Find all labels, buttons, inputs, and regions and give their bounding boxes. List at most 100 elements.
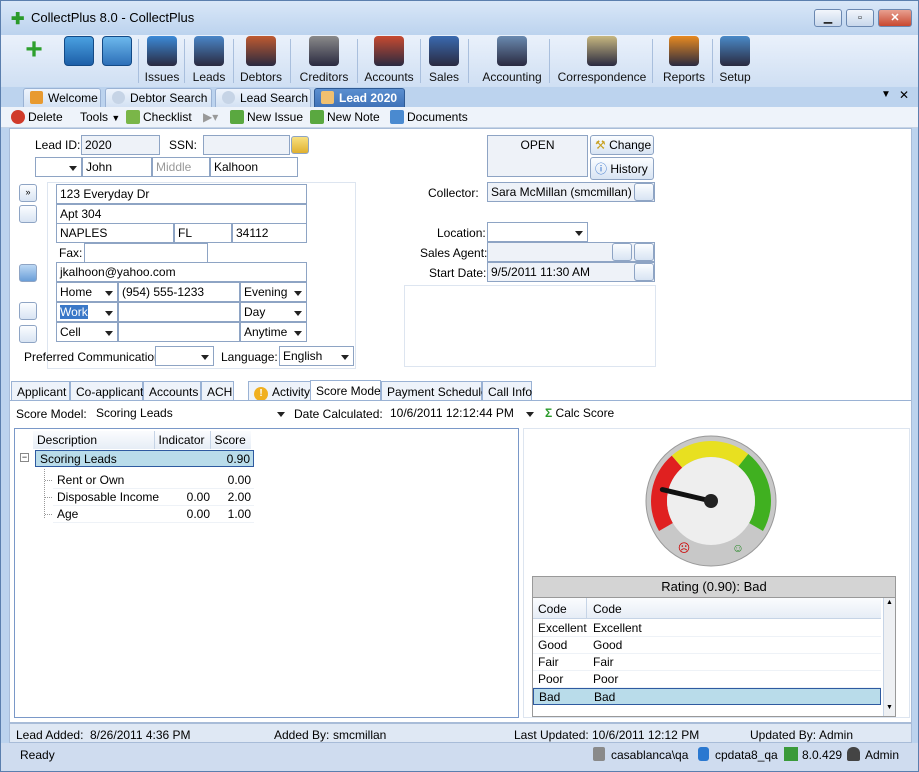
minimize-button[interactable]: ▁	[814, 9, 842, 27]
salutation-dropdown[interactable]	[35, 157, 82, 177]
app-logo-icon: ✚	[11, 11, 25, 28]
phone1-type-dropdown[interactable]: Home	[56, 282, 118, 302]
rating-row[interactable]: Poor Poor	[533, 671, 881, 688]
location-dropdown[interactable]	[487, 222, 588, 242]
tab-welcome[interactable]: Welcome	[23, 88, 101, 107]
ribbon-creditors-button[interactable]: Creditors	[293, 35, 355, 85]
tab-co-applicants[interactable]: Co-applicants	[70, 381, 149, 401]
date-calculated-dropdown[interactable]: 10/6/2011 12:12:44 PM	[386, 403, 539, 423]
tools-menu[interactable]: Tools ▼	[80, 109, 120, 126]
ribbon-leads-button[interactable]: Leads	[187, 35, 231, 85]
score-column[interactable]: Score	[210, 431, 251, 449]
zip-field[interactable]: 34112	[232, 223, 307, 243]
ssn-field[interactable]	[203, 135, 290, 155]
assign-collector-icon[interactable]	[634, 183, 654, 201]
ribbon-debtors-button[interactable]: Debtors	[234, 35, 288, 85]
scroll-up-icon[interactable]: ▲	[886, 599, 893, 606]
ribbon-setup-button[interactable]: Setup	[714, 35, 756, 85]
email-field[interactable]: jkalhoon@yahoo.com	[56, 262, 307, 282]
city-field[interactable]: NAPLES	[56, 223, 174, 243]
ribbon-accounting-button[interactable]: Accounting	[477, 35, 547, 85]
address1-field[interactable]: 123 Everyday Dr	[56, 184, 307, 204]
history-button[interactable]: ⓘ History	[590, 157, 654, 180]
documents-button[interactable]: Documents	[390, 109, 468, 126]
rating-row[interactable]: Good Good	[533, 637, 881, 654]
tree-row[interactable]: Disposable Income 0.00 2.00	[45, 489, 254, 506]
assign-agent-icon[interactable]	[612, 243, 632, 261]
phone2-time-dropdown[interactable]: Day	[240, 302, 307, 322]
tree-row[interactable]: Rent or Own 0.00	[45, 472, 254, 489]
save-all-button[interactable]	[99, 35, 135, 85]
tab-accounts[interactable]: Accounts	[143, 381, 201, 401]
ribbon-issues-button[interactable]: Issues	[142, 35, 182, 85]
tree-root-row[interactable]: Scoring Leads 0.90	[35, 450, 254, 467]
first-name-field[interactable]: John	[82, 157, 152, 177]
calendar-icon[interactable]	[634, 263, 654, 281]
ribbon-separator	[184, 39, 185, 83]
ribbon-accounts-button[interactable]: Accounts	[360, 35, 418, 85]
tree-row[interactable]: Age 0.00 1.00	[45, 506, 254, 523]
state-field[interactable]: FL	[174, 223, 232, 243]
tab-ach[interactable]: ACH	[201, 381, 234, 401]
flag-menu[interactable]: ▶▾	[203, 109, 218, 126]
lock-icon[interactable]	[291, 136, 309, 154]
tab-call-info[interactable]: Call Info	[482, 381, 532, 401]
description-column[interactable]: Description	[33, 431, 155, 449]
fax-field[interactable]	[84, 243, 208, 263]
phone3-type-dropdown[interactable]: Cell	[56, 322, 118, 342]
phone2-type-dropdown[interactable]: Work	[56, 302, 118, 322]
ribbon-reports-button[interactable]: Reports	[658, 35, 710, 85]
rating-row[interactable]: Excellent Excellent	[533, 620, 881, 637]
checklist-button[interactable]: Checklist	[126, 109, 192, 126]
tab-applicant[interactable]: Applicant	[11, 381, 70, 401]
tab-list-icon[interactable]: ▼	[881, 89, 891, 100]
print-icon[interactable]	[19, 205, 37, 223]
tab-divider	[10, 400, 911, 401]
close-button[interactable]: ✕	[878, 9, 912, 27]
save-icon	[64, 36, 94, 66]
scroll-down-icon[interactable]: ▼	[886, 704, 893, 711]
rating-description: Bad	[594, 690, 616, 704]
phone2-number-field[interactable]	[118, 302, 240, 322]
address2-field[interactable]: Apt 304	[56, 204, 307, 224]
rating-row[interactable]: Fair Fair	[533, 654, 881, 671]
phone1-number-field[interactable]: (954) 555-1233	[118, 282, 240, 302]
phone3-number-field[interactable]	[118, 322, 240, 342]
phone-icon[interactable]	[19, 302, 37, 320]
new-note-button[interactable]: New Note	[310, 109, 380, 126]
email-icon[interactable]	[19, 264, 37, 282]
vertical-scrollbar[interactable]: ▲ ▼	[883, 598, 895, 716]
rating-code-column[interactable]: Code	[538, 602, 567, 616]
expand-button[interactable]: »	[19, 184, 37, 202]
middle-name-field[interactable]: Middle	[152, 157, 210, 177]
tab-lead-search[interactable]: Lead Search	[215, 88, 311, 107]
phone3-time-dropdown[interactable]: Anytime	[240, 322, 307, 342]
tab-payment-schedule[interactable]: Payment Schedule	[381, 381, 488, 401]
tab-debtor-search[interactable]: Debtor Search	[105, 88, 212, 107]
ribbon-correspondence-button[interactable]: Correspondence	[554, 35, 650, 85]
tab-score-model[interactable]: Score Model	[310, 380, 383, 401]
change-button[interactable]: ⚒ Change	[590, 135, 654, 155]
ribbon-sales-button[interactable]: Sales	[422, 35, 466, 85]
collapse-icon[interactable]: −	[20, 453, 29, 462]
language-dropdown[interactable]: English	[279, 346, 354, 366]
new-button[interactable]: +	[11, 35, 57, 85]
tab-activity[interactable]: ! Activity	[248, 381, 312, 401]
calc-score-button[interactable]: Σ Calc Score	[545, 405, 614, 422]
tab-lead-2020[interactable]: Lead 2020	[314, 88, 405, 107]
maximize-button[interactable]: ▫	[846, 9, 874, 27]
new-issue-button[interactable]: New Issue	[230, 109, 303, 126]
phone1-time-dropdown[interactable]: Evening	[240, 282, 307, 302]
rating-desc-column[interactable]: Code	[593, 602, 622, 616]
rating-description: Good	[593, 638, 623, 652]
clear-agent-icon[interactable]	[634, 243, 654, 261]
rating-row[interactable]: Bad Bad	[533, 688, 881, 705]
close-tab-icon[interactable]: ✕	[899, 88, 909, 102]
score-model-dropdown[interactable]: Scoring Leads	[92, 403, 290, 423]
indicator-column[interactable]: Indicator	[154, 431, 211, 449]
pref-comm-dropdown[interactable]	[155, 346, 214, 366]
save-button[interactable]	[61, 35, 97, 85]
calendar-icon[interactable]	[19, 325, 37, 343]
delete-button[interactable]: Delete	[11, 109, 63, 126]
last-name-field[interactable]: Kalhoon	[210, 157, 298, 177]
